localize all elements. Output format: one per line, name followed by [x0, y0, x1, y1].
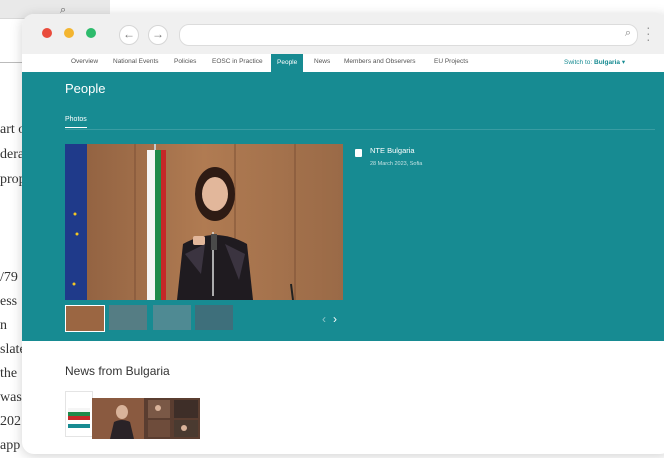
close-window-button[interactable] [42, 28, 52, 38]
nav-item-eosc-in-practice[interactable]: EOSC in Practice [212, 58, 263, 65]
news-photo-illustration [92, 398, 200, 439]
photo-thumbnails [65, 305, 245, 332]
chevron-left-icon[interactable]: ‹ [322, 312, 326, 326]
background-text-line: /79 [0, 270, 18, 285]
browser-chrome: ← → ⌕ · · · [22, 14, 664, 54]
maximize-window-button[interactable] [86, 28, 96, 38]
page-title: People [65, 81, 106, 96]
country-switcher-value: Bulgaria [594, 59, 621, 66]
country-switcher[interactable]: Switch to: Bulgaria ▾ [564, 58, 625, 66]
nav-item-national-events[interactable]: National Events [113, 58, 159, 65]
thumbnail[interactable] [65, 305, 105, 332]
thumbnail[interactable] [195, 305, 233, 330]
background-text-line: ess [0, 294, 18, 309]
background-text-line: n [0, 318, 7, 333]
chevron-down-icon: ▾ [621, 59, 626, 66]
search-icon[interactable]: ⌕ [625, 27, 631, 40]
chevron-right-icon[interactable]: › [333, 312, 337, 326]
tab-photos[interactable]: Photos [65, 116, 87, 128]
thumbnail[interactable] [109, 305, 147, 330]
background-text-line: the [0, 366, 18, 381]
nav-item-members-and-observers[interactable]: Members and Observers [344, 58, 416, 65]
nav-item-news[interactable]: News [314, 58, 330, 65]
album-title[interactable]: NTE Bulgaria [370, 146, 415, 155]
photo-album-icon [355, 149, 362, 157]
news-section-title: News from Bulgaria [65, 364, 170, 378]
nav-item-people[interactable]: People [271, 54, 304, 72]
news-thumbnail[interactable] [92, 398, 200, 439]
nav-item-policies[interactable]: Policies [174, 58, 196, 65]
nav-item-overview[interactable]: Overview [71, 58, 98, 65]
thumbnail[interactable] [153, 305, 191, 330]
main-photo[interactable] [65, 144, 343, 300]
kebab-menu-icon[interactable]: · · · [646, 20, 651, 46]
background-text-line: app [0, 438, 21, 453]
browser-window: ← → ⌕ · · · Overview National Events Polic… [22, 14, 664, 454]
site-navigation: Overview National Events Policies EOSC i… [22, 54, 664, 72]
tab-divider [65, 129, 655, 130]
minimize-window-button[interactable] [64, 28, 74, 38]
album-date-location: 28 March 2023, Sofia [370, 161, 423, 167]
bulgaria-flag-card[interactable] [65, 391, 93, 437]
nav-item-eu-projects[interactable]: EU Projects [434, 58, 468, 65]
background-text-line: was [0, 390, 22, 405]
background-text-line: dera [0, 147, 25, 162]
arrow-right-icon[interactable]: → [148, 25, 168, 45]
background-text-line: 202 [0, 414, 21, 429]
bulgaria-flag-icon [68, 408, 90, 428]
country-switcher-label: Switch to: [564, 59, 593, 66]
people-section: People Photos ‹ › NTE Bulgaria 28 March … [22, 72, 664, 341]
address-bar[interactable]: ⌕ [179, 24, 638, 46]
arrow-left-icon[interactable]: ← [119, 25, 139, 45]
speaker-photo-illustration [65, 144, 343, 300]
